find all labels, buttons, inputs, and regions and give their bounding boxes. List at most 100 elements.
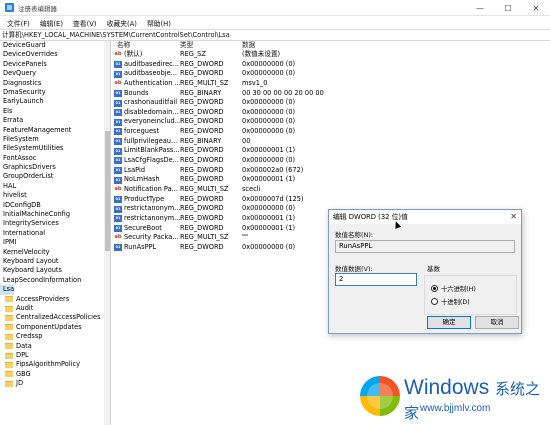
folder-icon [5, 305, 13, 312]
tree-item[interactable]: Diagnostics [0, 79, 110, 88]
tree-item[interactable]: DevQuery [0, 69, 110, 78]
value-name: fullprivilegeau... [124, 136, 178, 145]
value-type: REG_DWORD [180, 59, 224, 68]
value-row[interactable]: 01 disabledomain... REG_DWORD 0x00000000 (0… [112, 108, 550, 118]
scroll-thumb[interactable] [105, 131, 110, 251]
tree-scrollbar[interactable] [104, 41, 110, 425]
tree-item[interactable]: FeatureManagement [0, 126, 110, 135]
value-data: 0x00000000 (0) [242, 69, 296, 78]
value-name-cell: 01 LimitBlankPass... [112, 146, 180, 156]
tree-item[interactable]: DmaSecurity [0, 88, 110, 97]
tree-item[interactable]: EarlyLaunch [0, 97, 110, 106]
tree-child-item[interactable]: JD [0, 379, 110, 388]
menu-file[interactable]: 文件(F) [2, 18, 35, 28]
value-name-cell: 01 LsaCfgFlagsDe... [112, 156, 180, 166]
tree-child-label: AccessProviders [16, 294, 70, 303]
tree-item[interactable]: HAL [0, 182, 110, 191]
menu-favorites[interactable]: 收藏夹(A) [102, 18, 142, 28]
tree-item[interactable]: FontAssoc [0, 154, 110, 163]
tree-child-item[interactable]: FipsAlgorithmPolicy [0, 360, 110, 369]
tree-child-item[interactable]: CentralizedAccessPolicies [0, 313, 110, 322]
window-controls: — ☐ ✕ [466, 0, 550, 16]
value-name: NoLmHash [124, 175, 160, 184]
value-row[interactable]: 01 forceguest REG_DWORD 0x00000000 (0) [112, 127, 550, 137]
binary-value-icon: 01 [114, 99, 122, 107]
tree-child-item[interactable]: Audit [0, 304, 110, 313]
tree-item[interactable]: DeviceGuard [0, 41, 110, 50]
value-row[interactable]: 01 LsaPid REG_DWORD 0x000002a0 (672) [112, 166, 550, 176]
value-row[interactable]: ab Authentication ... REG_MULTI_SZ msv1_0 [112, 79, 550, 89]
value-row[interactable]: 01 auditbasedirec... REG_DWORD 0x00000000 (… [112, 60, 550, 70]
menu-view[interactable]: 查看(V) [68, 18, 102, 28]
radio-dec[interactable]: 十进制(D) [431, 297, 470, 306]
value-row[interactable]: ab (默认) REG_SZ (数值未设置) [112, 50, 550, 60]
tree-item[interactable]: Keyboard Layouts [0, 266, 110, 275]
tree-child-item[interactable]: AccessProviders [0, 295, 110, 304]
tree-child-item[interactable]: Data [0, 342, 110, 351]
value-row[interactable]: ab Notification Pa... REG_MULTI_SZ scecli [112, 185, 550, 195]
binary-value-icon: 01 [114, 195, 122, 203]
column-data-header[interactable]: 数据 [237, 41, 437, 50]
value-row[interactable]: 01 everyoneinclud... REG_DWORD 0x00000000 (… [112, 117, 550, 127]
value-data-input[interactable]: 2 [335, 273, 417, 286]
tree-item[interactable]: DevicePanels [0, 60, 110, 69]
tree-child-item[interactable]: DPL [0, 351, 110, 360]
cancel-button[interactable]: 取消 [475, 316, 519, 329]
base-group [424, 275, 517, 315]
tree-item[interactable]: International [0, 229, 110, 238]
dialog-close-icon[interactable]: ✕ [510, 210, 517, 224]
binary-value-icon: 01 [114, 89, 122, 97]
folder-icon [5, 380, 13, 387]
tree-child-item[interactable]: GBG [0, 370, 110, 379]
value-row[interactable]: 01 LsaCfgFlagsDe... REG_DWORD 0x00000000 (0… [112, 156, 550, 166]
tree-item[interactable]: Els [0, 107, 110, 116]
tree-item[interactable]: DeviceOverrides [0, 50, 110, 59]
tree-item[interactable]: IntegrityServices [0, 219, 110, 228]
value-row[interactable]: 01 fullprivilegeau... REG_BINARY 00 [112, 137, 550, 147]
maximize-button[interactable]: ☐ [494, 0, 522, 16]
tree-child-item[interactable]: ComponentUpdates [0, 323, 110, 332]
ok-button[interactable]: 确定 [427, 316, 471, 329]
menu-help[interactable]: 帮助(H) [142, 18, 176, 28]
binary-value-icon: 01 [114, 244, 122, 252]
tree-item[interactable]: GraphicsDrivers [0, 163, 110, 172]
tree-item[interactable]: FileSystem [0, 135, 110, 144]
radio-dec-icon[interactable] [431, 298, 438, 305]
value-data: msv1_0 [242, 78, 268, 87]
tree-item[interactable]: FileSystemUtilities [0, 144, 110, 153]
tree-child-label: Credssp [16, 332, 43, 341]
column-type-header[interactable]: 类型 [175, 41, 237, 50]
menu-edit[interactable]: 编辑(E) [35, 18, 68, 28]
value-row[interactable]: 01 auditbaseobje... REG_DWORD 0x00000000 (0… [112, 69, 550, 79]
tree-item[interactable]: InitialMachineConfig [0, 210, 110, 219]
tree-item[interactable]: GroupOrderList [0, 172, 110, 181]
value-row[interactable]: 01 Bounds REG_BINARY 00 30 00 00 00 20 00 0… [112, 89, 550, 99]
address-bar[interactable]: 计算机\HKEY_LOCAL_MACHINE\SYSTEM\CurrentCon… [0, 29, 550, 41]
value-row[interactable]: 01 crashonauditfail REG_DWORD 0x00000000 (0… [112, 98, 550, 108]
value-row[interactable]: 01 LimitBlankPass... REG_DWORD 0x00000001 (… [112, 146, 550, 156]
radio-hex[interactable]: 十六进制(H) [431, 284, 476, 293]
list-header: 名称 类型 数据 [112, 41, 550, 50]
tree-child-item[interactable]: Credssp [0, 332, 110, 341]
watermark-title: Windows 系统之家 [404, 376, 546, 424]
value-row[interactable]: 01 NoLmHash REG_DWORD 0x00000001 (1) [112, 175, 550, 185]
value-row[interactable]: 01 ProductType REG_DWORD 0x0000007d (125) [112, 195, 550, 205]
tree-item[interactable]: IDConfigDB [0, 201, 110, 210]
value-name: auditbaseobje... [124, 69, 177, 78]
binary-value-icon: 01 [114, 128, 122, 136]
close-button[interactable]: ✕ [522, 0, 550, 16]
tree-item-selected[interactable]: Lsa [0, 285, 14, 295]
value-data: 00 30 00 00 00 20 00 00 [242, 88, 324, 97]
tree-item[interactable]: hivelist [0, 191, 110, 200]
radio-hex-icon[interactable] [431, 285, 438, 292]
column-name-header[interactable]: 名称 [112, 41, 175, 50]
tree-item[interactable]: Keyboard Layout [0, 257, 110, 266]
tree-item[interactable]: KernelVelocity [0, 248, 110, 257]
value-name-cell: 01 crashonauditfail [112, 98, 180, 108]
tree-item[interactable]: IPMI [0, 238, 110, 247]
tree-item[interactable]: Errata [0, 116, 110, 125]
value-type: REG_SZ [180, 50, 206, 58]
tree-item[interactable]: LeapSecondInformation [0, 276, 110, 285]
minimize-button[interactable]: — [466, 0, 494, 16]
value-data: 0x00000000 (0) [242, 107, 296, 116]
